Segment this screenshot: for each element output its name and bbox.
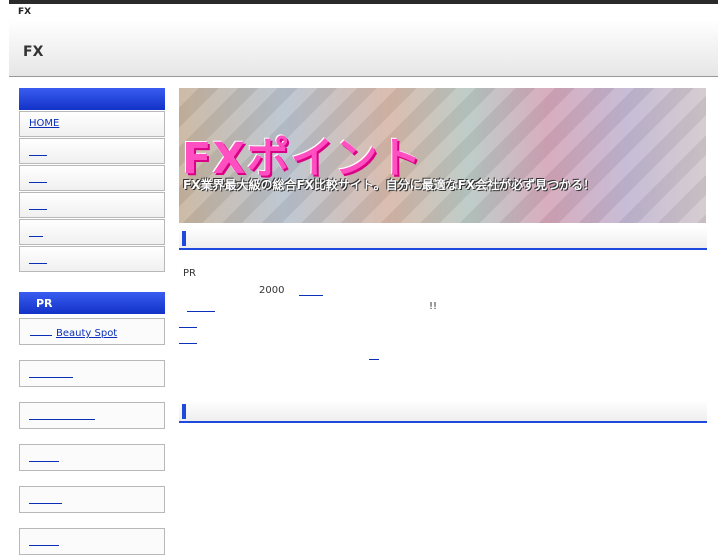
sidebar: HOME PR Beauty Spot <box>19 88 165 555</box>
section-heading-bar <box>179 400 707 423</box>
pr-label: PR <box>183 268 196 279</box>
content-link[interactable] <box>187 301 215 312</box>
pr-item[interactable] <box>19 444 165 471</box>
exclaim-text: !! <box>429 301 438 312</box>
pr-link[interactable] <box>29 367 73 378</box>
content-link[interactable] <box>369 349 379 360</box>
site-header: FX <box>9 20 718 77</box>
pr-item[interactable] <box>19 402 165 429</box>
hero-banner[interactable]: FXポイント FX業界最大級の総合FX比較サイト。自分に最適なFX会社が必ず見つ… <box>179 88 706 223</box>
section-marker <box>182 231 186 246</box>
sidebar-link[interactable] <box>29 253 47 264</box>
pr-link[interactable] <box>29 493 62 504</box>
top-bar: FX <box>9 4 718 20</box>
sidebar-item[interactable] <box>19 138 165 164</box>
sidebar-pr-heading: PR <box>19 292 165 314</box>
pr-item[interactable] <box>19 360 165 387</box>
sidebar-item-home[interactable]: HOME <box>19 111 165 137</box>
sidebar-item[interactable] <box>19 165 165 191</box>
section-marker <box>182 404 186 419</box>
section-heading-bar <box>179 227 707 250</box>
sidebar-item[interactable] <box>19 192 165 218</box>
content-link[interactable] <box>179 317 197 328</box>
pr-link-prefix <box>30 325 52 336</box>
pr-link-label: Beauty Spot <box>56 328 118 339</box>
sidebar-item[interactable] <box>19 246 165 272</box>
pr-item-beauty-spot[interactable]: Beauty Spot <box>19 318 165 345</box>
sidebar-link[interactable] <box>29 226 43 237</box>
pr-link[interactable] <box>29 409 95 420</box>
sidebar-link[interactable] <box>29 172 47 183</box>
pr-link[interactable] <box>29 535 59 546</box>
top-bar-label: FX <box>18 7 32 17</box>
pr-link[interactable] <box>29 451 59 462</box>
pr-item[interactable] <box>19 528 165 555</box>
site-title[interactable]: FX <box>23 44 43 60</box>
content-link[interactable] <box>299 285 323 296</box>
sidebar-nav-heading <box>19 88 165 110</box>
pr-item[interactable] <box>19 486 165 513</box>
sidebar-item[interactable] <box>19 219 165 245</box>
banner-subtitle: FX業界最大級の総合FX比較サイト。自分に最適なFX会社が必ず見つかる！ <box>183 178 596 192</box>
sidebar-link[interactable] <box>29 199 47 210</box>
sidebar-link-home[interactable]: HOME <box>29 118 59 129</box>
year-text: 2000 <box>259 285 285 296</box>
sidebar-link[interactable] <box>29 145 47 156</box>
pr-link-beauty-spot[interactable]: Beauty Spot <box>30 328 117 339</box>
content-link[interactable] <box>179 333 197 344</box>
